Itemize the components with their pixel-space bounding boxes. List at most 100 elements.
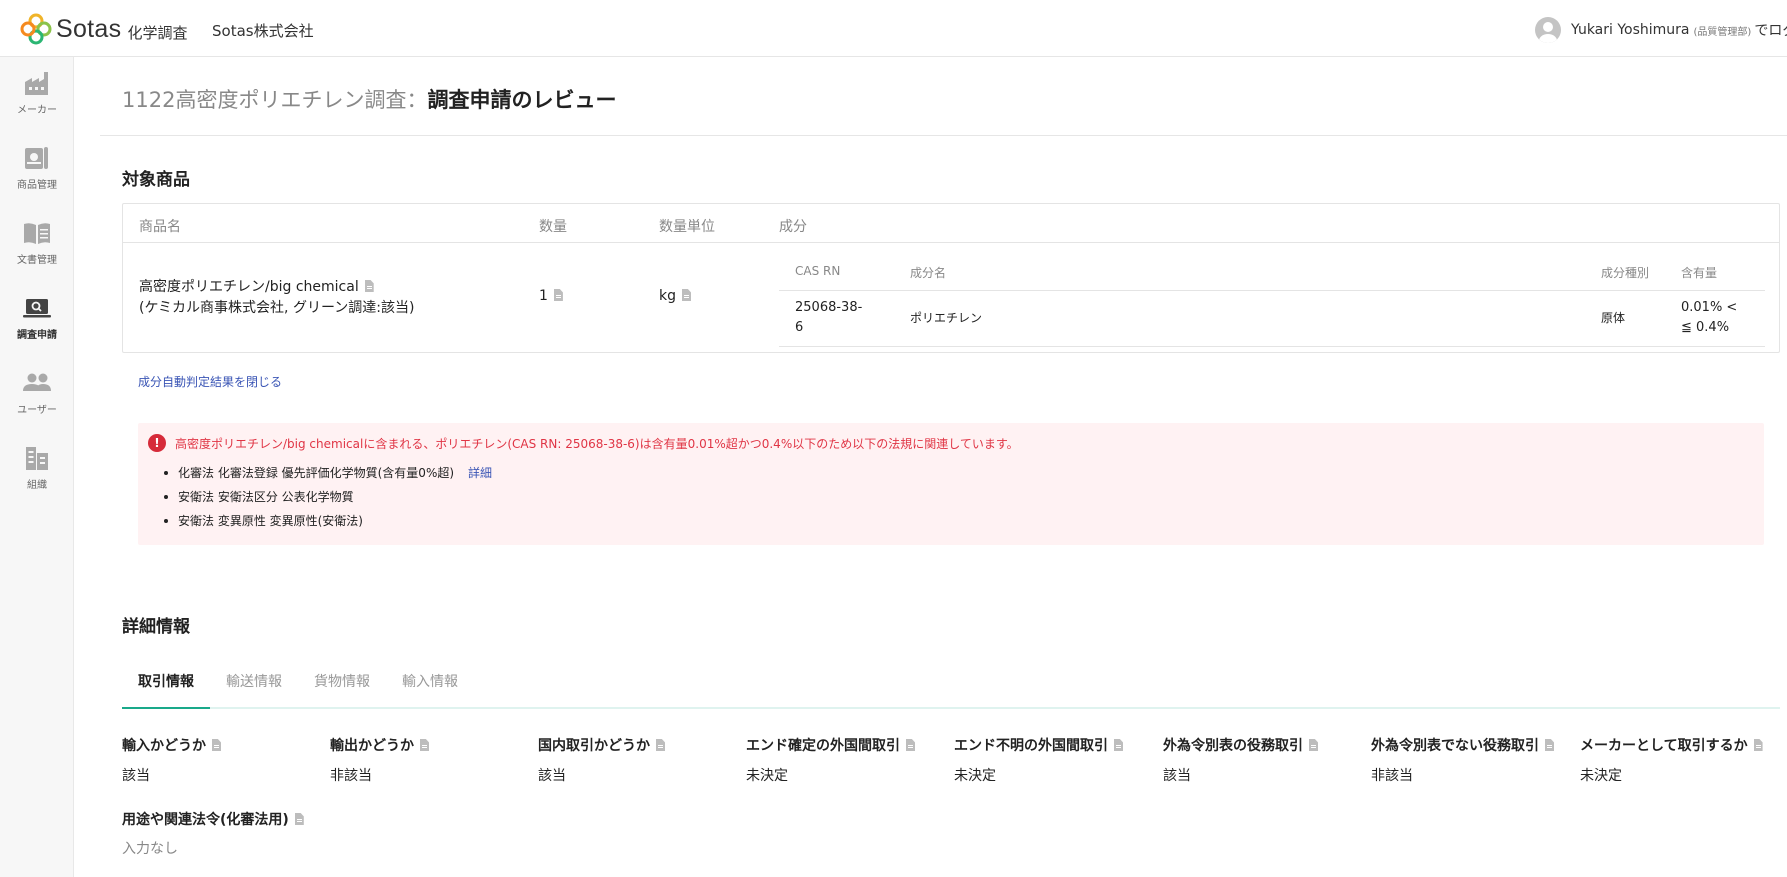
active-tab-indicator [122, 707, 210, 709]
field-label-text: メーカーとして取引するか [1580, 738, 1748, 754]
document-icon[interactable] [1114, 739, 1123, 751]
cas-cell: 25068-38- 6 [795, 298, 862, 338]
book-icon [22, 219, 52, 247]
close-auto-judge-link[interactable]: 成分自動判定結果を閉じる [138, 373, 282, 390]
unit-cell: kg [659, 288, 691, 304]
document-icon[interactable] [364, 280, 374, 292]
field-label-service-unlisted: 外為令別表でない役務取引 [1371, 735, 1554, 755]
user-menu[interactable]: Yukari Yoshimura (品質管理部) でログ [1535, 17, 1787, 43]
header-divider [123, 242, 1779, 243]
sidebar: メーカー 商品管理 文書管理 調査申請 ユーザー 組織 [0, 57, 74, 877]
tab-import[interactable]: 輸入情報 [402, 671, 458, 691]
product-table: 商品名 数量 数量単位 成分 高密度ポリエチレン/big chemical (ケ… [122, 203, 1780, 353]
field-label-text: 輸入かどうか [122, 738, 206, 754]
document-icon[interactable] [656, 739, 665, 751]
title-divider [100, 135, 1787, 136]
regulation-alert: ! 高密度ポリエチレン/big chemicalに含まれる、ポリエチレン(CAS… [138, 423, 1764, 545]
document-icon[interactable] [1753, 739, 1763, 751]
field-value-service-unlisted: 非該当 [1371, 768, 1413, 784]
field-label-usage: 用途や関連法令(化審法用) [122, 809, 304, 829]
details-tabs: 取引情報 輸送情報 貨物情報 輸入情報 [122, 664, 1780, 709]
column-header-component-name: 成分名 [910, 266, 947, 280]
field-value-end-fixed: 未決定 [746, 768, 788, 784]
field-value-import: 該当 [122, 768, 150, 784]
cas-number-cont: 6 [795, 320, 804, 335]
field-label-text: 外為令別表の役務取引 [1163, 738, 1303, 754]
page-title-main: 調査申請のレビュー [427, 88, 617, 112]
document-icon[interactable] [553, 289, 563, 301]
tab-transport[interactable]: 輸送情報 [226, 671, 282, 691]
sidebar-item-label: ユーザー [17, 405, 57, 416]
sidebar-item-maker[interactable]: メーカー [0, 69, 74, 133]
field-label-text: 輸出かどうか [330, 738, 414, 754]
field-label-text: エンド不明の外国間取引 [954, 738, 1108, 754]
sidebar-item-survey[interactable]: 調査申請 [0, 294, 74, 358]
page-title: 1122高密度ポリエチレン調査：調査申請のレビュー [122, 84, 616, 114]
sidebar-item-label: 商品管理 [17, 180, 57, 191]
document-icon[interactable] [212, 739, 221, 751]
cas-number: 25068-38- [795, 300, 863, 315]
page-title-prefix: 1122高密度ポリエチレン調査： [122, 88, 428, 112]
field-label-end-unknown: エンド不明の外国間取引 [954, 735, 1123, 755]
field-value-end-unknown: 未決定 [954, 768, 996, 784]
field-value-service-listed: 該当 [1163, 768, 1191, 784]
sidebar-item-products[interactable]: 商品管理 [0, 144, 74, 208]
component-row-divider [779, 346, 1765, 347]
field-label-end-fixed: エンド確定の外国間取引 [746, 735, 915, 755]
product-name-cell: 高密度ポリエチレン/big chemical (ケミカル商事株式会社, グリーン… [139, 277, 414, 319]
regulation-item: 安衛法 変異原性 変異原性(安衛法) [178, 514, 363, 528]
document-icon[interactable] [1545, 739, 1554, 751]
component-name: ポリエチレン [910, 311, 983, 325]
document-icon[interactable] [294, 813, 304, 825]
column-header-product-name: 商品名 [139, 219, 181, 235]
document-icon[interactable] [1309, 739, 1318, 751]
regulation-item: 化審法 化審法登録 優先評価化学物質(含有量0%超) [178, 466, 455, 480]
unit-value: kg [659, 288, 676, 304]
component-type: 原体 [1601, 311, 1626, 325]
content-range-high: ≦ 0.4% [1681, 320, 1730, 335]
sidebar-item-organization[interactable]: 組織 [0, 444, 74, 508]
list-item: 化審法 化審法登録 優先評価化学物質(含有量0%超) 詳細 [158, 464, 492, 488]
product-name: 高密度ポリエチレン/big chemical [139, 279, 359, 295]
field-label-as-maker: メーカーとして取引するか [1580, 735, 1763, 755]
logo-mark-icon [20, 13, 52, 45]
list-item: 安衛法 安衛法区分 公表化学物質 [158, 488, 492, 512]
component-header-divider [779, 290, 1765, 291]
building-icon [22, 444, 52, 472]
document-icon[interactable] [420, 739, 429, 751]
products-section-title: 対象商品 [122, 170, 190, 190]
login-suffix: でログ [1754, 23, 1787, 39]
product-supplier: (ケミカル商事株式会社, グリーン調達:該当) [139, 300, 415, 316]
error-icon: ! [148, 434, 166, 452]
sidebar-item-label: メーカー [17, 105, 57, 116]
field-label-service-listed: 外為令別表の役務取引 [1163, 735, 1318, 755]
company-name: Sotas株式会社 [212, 22, 314, 40]
details-section-title: 詳細情報 [122, 617, 190, 637]
logo-subtitle: 化学調査 [127, 23, 188, 42]
column-header-quantity: 数量 [539, 219, 567, 235]
factory-icon [22, 69, 52, 97]
detail-link[interactable]: 詳細 [468, 466, 492, 480]
field-label-text: 国内取引かどうか [538, 738, 650, 754]
tab-cargo[interactable]: 貨物情報 [314, 671, 370, 691]
column-header-component-type: 成分種別 [1601, 266, 1650, 280]
app-logo[interactable]: Sotas 化学調査 [20, 13, 187, 45]
field-value-domestic: 該当 [538, 768, 566, 784]
field-label-text: エンド確定の外国間取引 [746, 738, 900, 754]
regulation-item: 安衛法 安衛法区分 公表化学物質 [178, 490, 354, 504]
sidebar-item-label: 調査申請 [17, 330, 57, 341]
field-label-export: 輸出かどうか [330, 735, 429, 755]
sidebar-item-label: 組織 [27, 480, 47, 491]
alert-message: 高密度ポリエチレン/big chemicalに含まれる、ポリエチレン(CAS R… [175, 437, 1019, 451]
field-label-domestic: 国内取引かどうか [538, 735, 665, 755]
column-header-cas: CAS RN [795, 264, 841, 278]
field-label-import: 輸入かどうか [122, 735, 221, 755]
field-value-usage: 入力なし [122, 841, 178, 857]
tab-transaction[interactable]: 取引情報 [138, 671, 194, 691]
document-icon[interactable] [682, 289, 691, 301]
document-icon[interactable] [906, 739, 915, 751]
sidebar-item-documents[interactable]: 文書管理 [0, 219, 74, 283]
sidebar-item-users[interactable]: ユーザー [0, 369, 74, 433]
content-range-low: 0.01% < [1681, 300, 1738, 315]
users-icon [22, 369, 52, 397]
